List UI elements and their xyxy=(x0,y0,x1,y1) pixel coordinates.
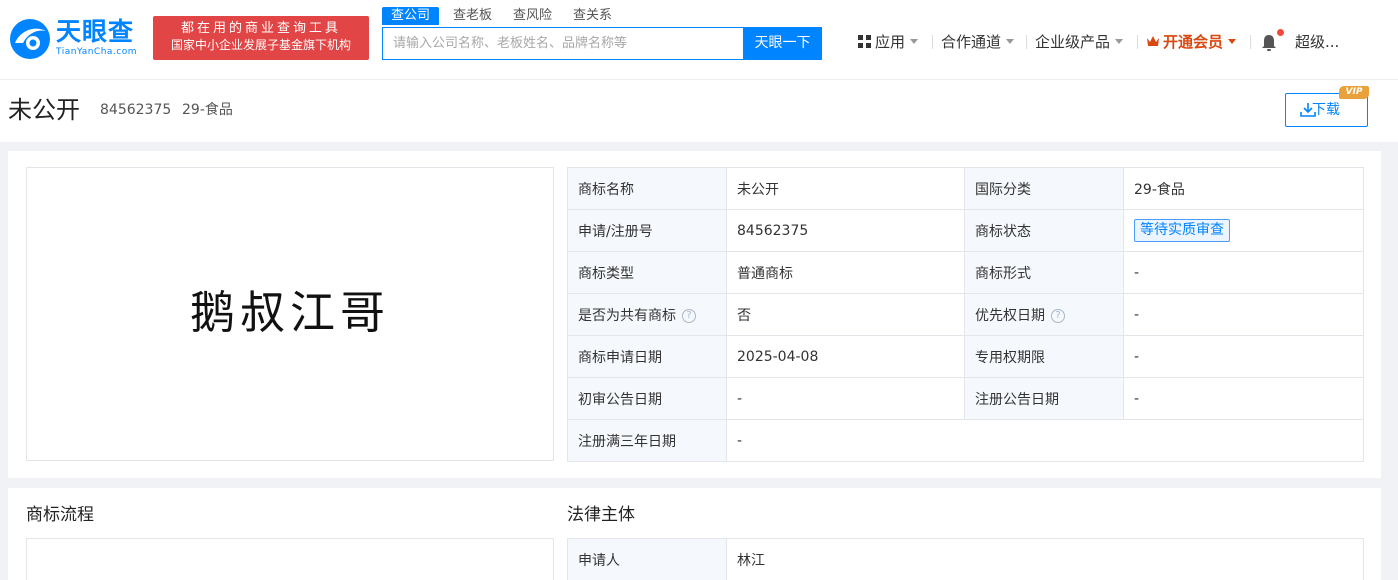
nav-user[interactable]: 超级... xyxy=(1295,32,1339,52)
trademark-info-table: 商标名称 未公开 国际分类 29-食品 申请/注册号 84562375 商标状态… xyxy=(567,167,1364,462)
section-title-legal: 法律主体 xyxy=(567,505,635,525)
tab-relation[interactable]: 查关系 xyxy=(573,7,612,25)
label-shared-cell: 是否为共有商标? xyxy=(567,293,727,336)
table-row: 注册满三年日期 - xyxy=(567,419,1364,462)
nav-divider xyxy=(1137,35,1138,49)
title-reg-no: 84562375 xyxy=(100,102,172,118)
table-row: 商标名称 未公开 国际分类 29-食品 xyxy=(567,167,1364,210)
slogan-banner: 都在用的商业查询工具 国家中小企业发展子基金旗下机构 xyxy=(153,16,369,60)
value-reg-announce-date: - xyxy=(1123,377,1364,420)
label-three-year-date: 注册满三年日期 xyxy=(567,419,727,462)
nav-vip[interactable]: 开通会员 xyxy=(1146,32,1237,52)
download-label: 下载 xyxy=(1312,102,1340,118)
table-row: 初审公告日期 - 注册公告日期 - xyxy=(567,377,1364,420)
status-badge[interactable]: 等待实质审查 xyxy=(1134,219,1230,242)
slogan-line-1: 都在用的商业查询工具 xyxy=(180,21,341,36)
table-row: 商标申请日期 2025-04-08 专用权期限 - xyxy=(567,335,1364,378)
logo[interactable]: 天眼查 TianYanCha.com xyxy=(8,17,148,61)
value-reg-no: 84562375 xyxy=(726,209,965,252)
chevron-down-icon xyxy=(1115,39,1124,44)
label-shared-trademark: 是否为共有商标 xyxy=(578,307,676,324)
nav-divider xyxy=(1250,35,1251,49)
table-row: 申请/注册号 84562375 商标状态 等待实质审查 xyxy=(567,209,1364,252)
chevron-down-icon xyxy=(1228,39,1237,44)
nav-apps[interactable]: 应用 xyxy=(858,32,919,52)
search-input[interactable] xyxy=(383,28,743,59)
legal-table: 申请人 林江 xyxy=(567,538,1364,580)
nav-enterprise-label: 企业级产品 xyxy=(1035,33,1111,51)
nav-vip-label: 开通会员 xyxy=(1163,33,1224,51)
table-row: 申请人 林江 xyxy=(567,538,1364,580)
table-row: 商标类型 普通商标 商标形式 - xyxy=(567,251,1364,294)
tab-boss[interactable]: 查老板 xyxy=(453,7,492,25)
value-apply-date: 2025-04-08 xyxy=(726,335,965,378)
page-title: 未公开 xyxy=(8,96,80,124)
grid-icon xyxy=(858,34,871,48)
download-icon xyxy=(1300,103,1316,117)
search-button[interactable]: 天眼一下 xyxy=(743,27,822,60)
logo-text: 天眼查 xyxy=(56,17,135,46)
value-intl-class: 29-食品 xyxy=(1123,167,1364,210)
value-applicant[interactable]: 林江 xyxy=(726,538,1364,580)
label-priority-date: 优先权日期 xyxy=(975,307,1045,324)
value-trademark-form: - xyxy=(1123,251,1364,294)
label-trademark-name: 商标名称 xyxy=(567,167,727,210)
top-header: 天眼查 TianYanCha.com 都在用的商业查询工具 国家中小企业发展子基… xyxy=(0,0,1398,80)
chevron-down-icon xyxy=(910,39,919,44)
nav-divider xyxy=(932,35,933,49)
notification-dot xyxy=(1277,29,1284,36)
tab-risk[interactable]: 查风险 xyxy=(513,7,552,25)
label-prelim-date: 初审公告日期 xyxy=(567,377,727,420)
help-icon[interactable]: ? xyxy=(682,308,696,323)
label-priority-cell: 优先权日期? xyxy=(964,293,1124,336)
value-three-year-date: - xyxy=(726,419,1364,462)
chevron-down-icon xyxy=(1006,39,1015,44)
tab-company[interactable]: 查公司 xyxy=(382,7,440,25)
label-reg-announce-date: 注册公告日期 xyxy=(964,377,1124,420)
flow-panel xyxy=(26,538,554,580)
crown-icon xyxy=(1147,36,1159,46)
nav-enterprise[interactable]: 企业级产品 xyxy=(1035,32,1124,52)
value-trademark-name: 未公开 xyxy=(726,167,965,210)
logo-domain: TianYanCha.com xyxy=(56,47,138,57)
bell-icon[interactable] xyxy=(1260,33,1278,53)
label-trademark-type: 商标类型 xyxy=(567,251,727,294)
value-shared-trademark: 否 xyxy=(726,293,965,336)
nav-divider xyxy=(1026,35,1027,49)
logo-eye-icon xyxy=(10,19,50,59)
title-bar: 未公开 84562375 29-食品 下载 xyxy=(0,80,1398,142)
nav-partner[interactable]: 合作通道 xyxy=(941,32,1015,52)
trademark-image[interactable]: 鹅叔江哥 xyxy=(26,167,554,461)
nav-apps-label: 应用 xyxy=(875,33,906,51)
slogan-line-2: 国家中小企业发展子基金旗下机构 xyxy=(170,38,351,52)
label-apply-date: 商标申请日期 xyxy=(567,335,727,378)
label-trademark-form: 商标形式 xyxy=(964,251,1124,294)
label-reg-no: 申请/注册号 xyxy=(567,209,727,252)
vip-badge: VIP xyxy=(1339,86,1369,99)
table-row: 是否为共有商标? 否 优先权日期? - xyxy=(567,293,1364,336)
search-box: 天眼一下 xyxy=(382,27,822,60)
value-trademark-type: 普通商标 xyxy=(726,251,965,294)
trademark-image-text: 鹅叔江哥 xyxy=(189,286,390,339)
label-exclusive-period: 专用权期限 xyxy=(964,335,1124,378)
title-class: 29-食品 xyxy=(182,102,233,118)
value-status-cell: 等待实质审查 xyxy=(1123,209,1364,252)
value-exclusive-period: - xyxy=(1123,335,1364,378)
value-prelim-date: - xyxy=(726,377,965,420)
section-title-flow: 商标流程 xyxy=(26,505,94,525)
label-intl-class: 国际分类 xyxy=(964,167,1124,210)
label-applicant: 申请人 xyxy=(567,538,727,580)
label-status: 商标状态 xyxy=(964,209,1124,252)
nav-partner-label: 合作通道 xyxy=(941,33,1002,51)
value-priority-date: - xyxy=(1123,293,1364,336)
help-icon[interactable]: ? xyxy=(1051,308,1065,323)
